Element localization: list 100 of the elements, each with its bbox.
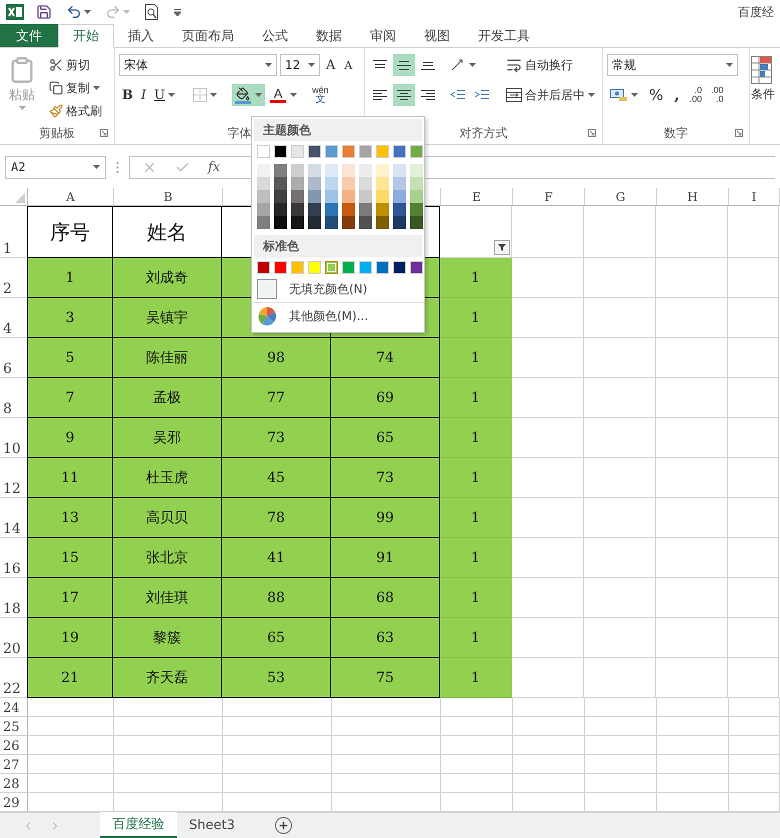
color-swatch[interactable]: [308, 216, 321, 229]
color-swatch[interactable]: [274, 190, 287, 203]
column-header[interactable]: E: [441, 188, 513, 205]
font-name-field[interactable]: 宋体: [119, 54, 277, 76]
color-swatch[interactable]: [308, 145, 321, 158]
font-size-field[interactable]: 12: [280, 54, 320, 76]
color-swatch[interactable]: [291, 145, 304, 158]
color-swatch[interactable]: [342, 177, 355, 190]
color-swatch[interactable]: [291, 216, 304, 229]
comma-button[interactable]: ,: [671, 84, 682, 106]
name-box[interactable]: A2: [5, 156, 106, 178]
color-swatch[interactable]: [359, 164, 372, 177]
color-swatch[interactable]: [342, 190, 355, 203]
cut-button[interactable]: 剪切: [46, 54, 105, 76]
color-swatch[interactable]: [376, 164, 389, 177]
column-header[interactable]: B: [114, 188, 223, 205]
sheet-tab[interactable]: Sheet3: [177, 812, 247, 838]
color-swatch[interactable]: [376, 203, 389, 216]
number-format-field[interactable]: 常规: [607, 54, 738, 76]
font-color-button[interactable]: A: [267, 84, 300, 106]
color-swatch[interactable]: [257, 261, 270, 274]
color-swatch[interactable]: [376, 261, 389, 274]
color-swatch[interactable]: [359, 177, 372, 190]
bold-button[interactable]: B: [119, 84, 136, 106]
color-swatch[interactable]: [257, 164, 270, 177]
format-painter-button[interactable]: 格式刷: [46, 100, 105, 122]
merge-center-button[interactable]: 合并后居中: [503, 84, 598, 106]
grow-font-button[interactable]: A: [323, 54, 338, 76]
color-swatch[interactable]: [257, 145, 270, 158]
no-fill-item[interactable]: 无填充颜色(N): [252, 276, 424, 302]
color-swatch[interactable]: [393, 190, 406, 203]
percent-button[interactable]: %: [646, 84, 666, 106]
column-header[interactable]: A: [28, 188, 114, 205]
column-header[interactable]: H: [657, 188, 729, 205]
more-colors-item[interactable]: 其他颜色(M)...: [252, 302, 424, 329]
color-swatch[interactable]: [257, 216, 270, 229]
color-swatch[interactable]: [257, 203, 270, 216]
shrink-font-button[interactable]: A: [341, 54, 356, 76]
color-swatch[interactable]: [274, 261, 287, 274]
color-swatch[interactable]: [308, 177, 321, 190]
align-center-button[interactable]: [393, 84, 415, 106]
color-swatch[interactable]: [342, 145, 355, 158]
select-all-icon[interactable]: [15, 193, 25, 203]
color-swatch[interactable]: [308, 164, 321, 177]
color-swatch[interactable]: [393, 177, 406, 190]
color-swatch[interactable]: [376, 216, 389, 229]
color-swatch[interactable]: [274, 216, 287, 229]
copy-button[interactable]: 复制: [46, 77, 105, 99]
color-swatch[interactable]: [257, 190, 270, 203]
color-swatch[interactable]: [410, 203, 423, 216]
color-swatch[interactable]: [291, 261, 304, 274]
color-swatch[interactable]: [325, 145, 338, 158]
color-swatch[interactable]: [410, 164, 423, 177]
color-swatch[interactable]: [393, 203, 406, 216]
color-swatch[interactable]: [291, 190, 304, 203]
color-swatch[interactable]: [376, 145, 389, 158]
align-middle-button[interactable]: [393, 54, 415, 76]
color-swatch[interactable]: [308, 190, 321, 203]
dialog-launcher-icon[interactable]: [735, 129, 743, 137]
file-tab[interactable]: 文件: [0, 24, 58, 47]
conditional-format-button[interactable]: 条件: [751, 54, 775, 144]
increase-decimal-button[interactable]: .0 .00: [688, 84, 704, 106]
color-swatch[interactable]: [376, 177, 389, 190]
color-swatch[interactable]: [359, 261, 372, 274]
color-swatch[interactable]: [274, 145, 287, 158]
color-swatch[interactable]: [410, 216, 423, 229]
italic-button[interactable]: I: [138, 84, 150, 106]
dialog-launcher-icon[interactable]: [588, 129, 596, 137]
color-swatch[interactable]: [410, 145, 423, 158]
color-swatch[interactable]: [325, 190, 338, 203]
color-swatch[interactable]: [325, 164, 338, 177]
color-swatch[interactable]: [410, 261, 423, 274]
underline-button[interactable]: U: [151, 84, 178, 106]
fill-color-button[interactable]: [232, 84, 266, 106]
ribbon-tab[interactable]: 开始: [58, 24, 114, 48]
color-swatch[interactable]: [325, 177, 338, 190]
color-swatch[interactable]: [393, 216, 406, 229]
sheet-tab[interactable]: 百度经验: [100, 812, 177, 838]
color-swatch[interactable]: [291, 164, 304, 177]
color-swatch[interactable]: [393, 145, 406, 158]
color-swatch[interactable]: [410, 190, 423, 203]
color-swatch[interactable]: [291, 177, 304, 190]
color-swatch[interactable]: [359, 216, 372, 229]
color-swatch[interactable]: [308, 261, 321, 274]
color-swatch[interactable]: [325, 203, 338, 216]
color-swatch[interactable]: [359, 190, 372, 203]
color-swatch[interactable]: [325, 216, 338, 229]
color-swatch[interactable]: [342, 261, 355, 274]
color-swatch[interactable]: [274, 203, 287, 216]
decrease-decimal-button[interactable]: .00 .0: [709, 84, 726, 106]
color-swatch[interactable]: [393, 261, 406, 274]
color-swatch[interactable]: [359, 145, 372, 158]
color-swatch[interactable]: [376, 190, 389, 203]
color-swatch[interactable]: [274, 177, 287, 190]
color-swatch[interactable]: [291, 203, 304, 216]
color-swatch[interactable]: [410, 177, 423, 190]
phonetic-button[interactable]: wén 文: [310, 84, 331, 106]
color-swatch[interactable]: [308, 203, 321, 216]
color-swatch[interactable]: [274, 164, 287, 177]
color-swatch[interactable]: [342, 203, 355, 216]
